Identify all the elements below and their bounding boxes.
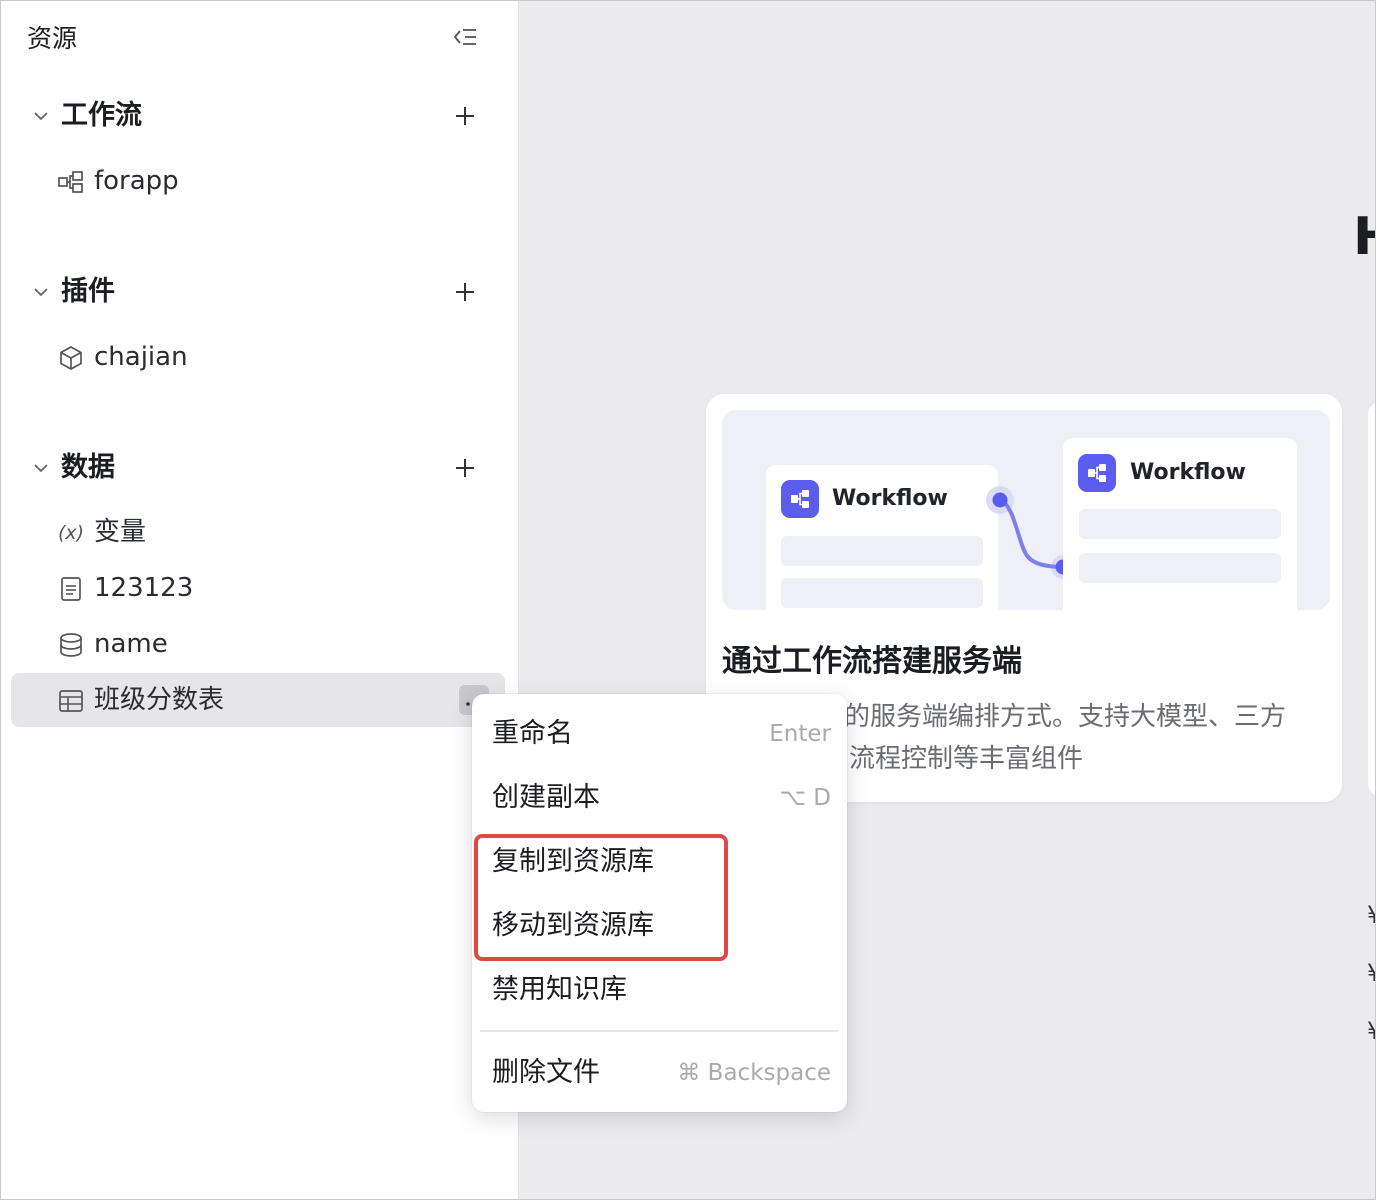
- workflow-icon: [1078, 454, 1116, 492]
- connector-line: [986, 486, 1070, 579]
- next-card-edge: [1368, 401, 1375, 797]
- chevron-down-icon[interactable]: [31, 106, 51, 126]
- add-icon[interactable]: [451, 102, 479, 130]
- table-icon: [57, 687, 85, 715]
- database-icon: [57, 631, 85, 659]
- section-header-workflow[interactable]: 工作流: [27, 96, 487, 136]
- menu-item-duplicate[interactable]: 创建副本 ⌥ D: [472, 766, 847, 830]
- placeholder-bar: [1079, 509, 1281, 539]
- chevron-down-icon[interactable]: [31, 458, 51, 478]
- section-header-data[interactable]: 数据: [27, 448, 487, 488]
- app-window: 资源 工作流 forapp 插件 chajian 数据 (x) 变量 12312…: [0, 0, 1376, 1200]
- menu-item-label: 删除文件: [492, 1057, 600, 1088]
- sidebar-item-chajian[interactable]: chajian: [11, 330, 505, 384]
- sidebar-item-label: chajian: [94, 342, 188, 372]
- variable-icon: (x): [57, 522, 85, 544]
- sidebar-item-123123[interactable]: 123123: [11, 561, 505, 615]
- workflow-node-label: Workflow: [1130, 460, 1246, 485]
- section-label: 工作流: [61, 100, 142, 131]
- page-heading-partial: H: [1353, 207, 1375, 267]
- placeholder-bar: [781, 536, 983, 566]
- section-label: 数据: [61, 452, 115, 483]
- sidebar-item-forapp[interactable]: forapp: [11, 154, 505, 208]
- sidebar-item-variable[interactable]: (x) 变量: [11, 505, 505, 559]
- workflow-icon: [57, 168, 85, 196]
- sidebar-item-label: 变量: [94, 517, 147, 547]
- annotation-highlight-box: [474, 834, 728, 961]
- menu-item-delete[interactable]: 删除文件 ⌘ Backspace: [472, 1041, 847, 1105]
- sidebar-item-label: name: [94, 629, 168, 659]
- sidebar-item-label: forapp: [94, 166, 179, 196]
- add-icon[interactable]: [451, 454, 479, 482]
- sidebar-item-class-scores[interactable]: 班级分数表: [11, 673, 505, 727]
- menu-item-shortcut: Enter: [769, 721, 831, 747]
- cube-icon: [57, 344, 85, 372]
- sidebar-item-label: 班级分数表: [94, 685, 225, 715]
- edge-text-fragment: ¥: [1367, 1017, 1375, 1045]
- sidebar-item-label: 123123: [94, 573, 194, 603]
- chevron-down-icon[interactable]: [31, 282, 51, 302]
- resource-sidebar: 资源 工作流 forapp 插件 chajian 数据 (x) 变量 12312…: [1, 1, 519, 1199]
- edge-text-fragment: ¥: [1367, 959, 1375, 987]
- menu-item-label: 禁用知识库: [492, 974, 627, 1005]
- placeholder-bar: [1079, 553, 1281, 583]
- menu-item-shortcut: ⌥ D: [779, 785, 831, 811]
- menu-item-disable-knowledge[interactable]: 禁用知识库: [472, 958, 847, 1022]
- menu-item-rename[interactable]: 重命名 Enter: [472, 702, 847, 766]
- card-title: 通过工作流搭建服务端: [722, 644, 1022, 679]
- menu-item-label: 重命名: [492, 718, 573, 749]
- sidebar-title: 资源: [27, 24, 78, 53]
- edge-text-fragment: ¥: [1367, 901, 1375, 929]
- card-illustration: Workflow Workflow: [722, 410, 1330, 610]
- menu-item-label: 创建副本: [492, 782, 600, 813]
- add-icon[interactable]: [451, 278, 479, 306]
- placeholder-bar: [781, 578, 983, 608]
- menu-divider: [480, 1030, 838, 1032]
- workflow-icon: [781, 480, 819, 518]
- collapse-sidebar-icon[interactable]: [451, 23, 479, 51]
- workflow-node-label: Workflow: [832, 486, 948, 511]
- menu-item-shortcut: ⌘ Backspace: [677, 1060, 831, 1086]
- document-icon: [57, 575, 85, 603]
- section-label: 插件: [61, 276, 115, 307]
- section-header-plugins[interactable]: 插件: [27, 272, 487, 312]
- sidebar-item-name[interactable]: name: [11, 617, 505, 671]
- workflow-node-left: Workflow: [766, 465, 998, 610]
- workflow-node-right: Workflow: [1063, 438, 1297, 610]
